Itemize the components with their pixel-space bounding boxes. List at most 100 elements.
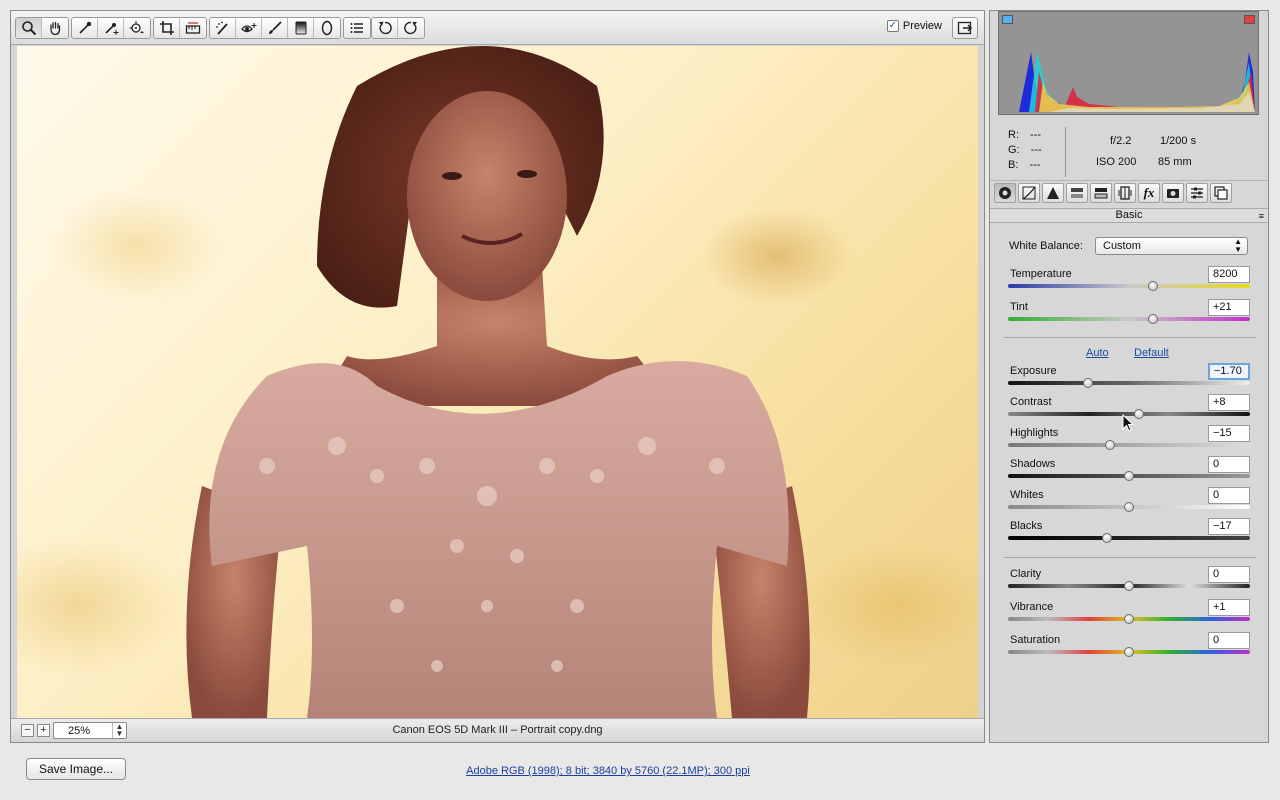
white-balance-label: White Balance: <box>1009 240 1083 252</box>
tint-thumb[interactable] <box>1148 314 1159 324</box>
vibrance-thumb[interactable] <box>1124 614 1134 624</box>
exposure-track[interactable] <box>1008 381 1250 385</box>
shadows-thumb[interactable] <box>1124 471 1134 481</box>
vibrance-slider: Vibrance +1 <box>1008 599 1254 631</box>
b-readout: B: --- <box>1008 159 1041 171</box>
graduated-filter-icon <box>295 21 306 35</box>
detail-icon <box>1047 187 1059 199</box>
rotate-right-button[interactable] <box>398 18 424 38</box>
default-link[interactable]: Default <box>1134 347 1169 359</box>
snapshots-icon <box>1214 186 1228 200</box>
tab-snapshots[interactable] <box>1210 183 1232 203</box>
preview-checkbox[interactable]: ✓ <box>886 20 899 32</box>
blacks-thumb[interactable] <box>1102 533 1113 543</box>
crop-tools <box>153 17 207 39</box>
auto-link[interactable]: Auto <box>1086 347 1109 359</box>
vibrance-value-field[interactable]: +1 <box>1208 599 1250 616</box>
temperature-label: Temperature <box>1010 268 1072 280</box>
tab-tone-curve[interactable] <box>1018 183 1040 203</box>
red-eye-tool-button[interactable] <box>236 18 262 38</box>
highlights-thumb[interactable] <box>1104 440 1115 450</box>
tab-detail[interactable] <box>1042 183 1064 203</box>
panel-menu-icon[interactable]: ≡ <box>1259 210 1264 223</box>
eyedropper-icon <box>78 21 91 34</box>
preferences-button[interactable] <box>344 18 370 38</box>
tab-basic[interactable] <box>994 183 1016 203</box>
saturation-value-field[interactable]: 0 <box>1208 632 1250 649</box>
brush-icon <box>268 21 282 34</box>
contrast-value-field[interactable]: +8 <box>1208 394 1250 411</box>
temperature-thumb[interactable] <box>1148 281 1159 291</box>
contrast-label: Contrast <box>1010 396 1052 408</box>
panel-header: Basic ≡ <box>990 208 1268 223</box>
hand-icon <box>50 21 61 36</box>
image-window: ✓ Preview − + 25% ▲ ▼ Canon EOS 5D Mark … <box>10 10 985 743</box>
exposure-value-field[interactable]: −1.70 <box>1208 363 1250 380</box>
info-divider <box>1065 127 1066 177</box>
radial-filter-tool-button[interactable] <box>314 18 340 38</box>
tab-hsl[interactable] <box>1066 183 1088 203</box>
clarity-value-field[interactable]: 0 <box>1208 566 1250 583</box>
tab-camera-calibration[interactable] <box>1162 183 1184 203</box>
blacks-track[interactable] <box>1008 536 1250 540</box>
spot-removal-tool-button[interactable] <box>210 18 236 38</box>
list-icon <box>350 23 363 33</box>
saturation-thumb[interactable] <box>1124 647 1134 657</box>
straighten-icon <box>185 22 201 34</box>
tint-value-field[interactable]: +21 <box>1208 299 1250 316</box>
straighten-tool-button[interactable] <box>180 18 206 38</box>
temperature-value-field[interactable]: 8200 <box>1208 266 1250 283</box>
rotate-left-button[interactable] <box>372 18 398 38</box>
blacks-slider: Blacks −17 <box>1008 518 1254 550</box>
color-sampler-tool-button[interactable] <box>98 18 124 38</box>
aperture-icon <box>999 187 1011 199</box>
preview-toggle[interactable]: ✓ Preview <box>886 20 942 32</box>
presets-icon <box>1191 187 1203 199</box>
magnifier-icon <box>21 21 36 36</box>
crop-tool-button[interactable] <box>154 18 180 38</box>
hand-tool-button[interactable] <box>42 18 68 38</box>
white-balance-select[interactable]: Custom ▲ ▼ <box>1095 237 1248 255</box>
tab-presets[interactable] <box>1186 183 1208 203</box>
shadows-value-field[interactable]: 0 <box>1208 456 1250 473</box>
radial-filter-icon <box>321 20 333 36</box>
navigation-tools <box>15 17 69 39</box>
tint-track[interactable] <box>1008 317 1250 321</box>
tab-effects[interactable]: fx <box>1138 183 1160 203</box>
blacks-value-field[interactable]: −17 <box>1208 518 1250 535</box>
camera-icon <box>1167 189 1179 198</box>
tint-slider: Tint +21 <box>1008 299 1254 331</box>
tab-lens-corrections[interactable] <box>1114 183 1136 203</box>
histogram <box>998 11 1259 115</box>
whites-value-field[interactable]: 0 <box>1208 487 1250 504</box>
tone-curve-icon <box>1022 186 1036 200</box>
highlight-clipping-warning-icon[interactable] <box>1244 15 1255 24</box>
adjustment-brush-tool-button[interactable] <box>262 18 288 38</box>
fullscreen-button[interactable] <box>952 17 978 39</box>
temperature-track[interactable] <box>1008 284 1250 288</box>
vibrance-label: Vibrance <box>1010 601 1054 613</box>
photo-preview[interactable] <box>17 46 978 718</box>
rotate-left-icon <box>378 21 392 35</box>
rotate-tools <box>371 17 425 39</box>
clarity-thumb[interactable] <box>1124 581 1134 591</box>
blacks-label: Blacks <box>1010 520 1043 532</box>
whites-slider: Whites 0 <box>1008 487 1254 519</box>
zoom-tool-button[interactable] <box>16 18 42 38</box>
targeted-adjustment-tool-button[interactable] <box>124 18 150 38</box>
graduated-filter-tool-button[interactable] <box>288 18 314 38</box>
shutter-speed: 1/200 s <box>1160 135 1197 147</box>
exposure-thumb[interactable] <box>1082 378 1093 388</box>
whites-label: Whites <box>1010 489 1044 501</box>
highlights-label: Highlights <box>1010 427 1059 439</box>
highlights-track[interactable] <box>1008 443 1250 447</box>
whites-thumb[interactable] <box>1124 502 1134 512</box>
highlights-value-field[interactable]: −15 <box>1208 425 1250 442</box>
white-balance-tool-button[interactable] <box>72 18 98 38</box>
shadow-clipping-warning-icon[interactable] <box>1002 15 1013 24</box>
split-toning-icon <box>1094 188 1108 199</box>
prefs-tools <box>343 17 371 39</box>
workflow-options-link[interactable]: Adobe RGB (1998); 8 bit; 3840 by 5760 (2… <box>0 765 1216 777</box>
tab-split-toning[interactable] <box>1090 183 1112 203</box>
select-arrows-icon: ▲ ▼ <box>1234 237 1242 254</box>
